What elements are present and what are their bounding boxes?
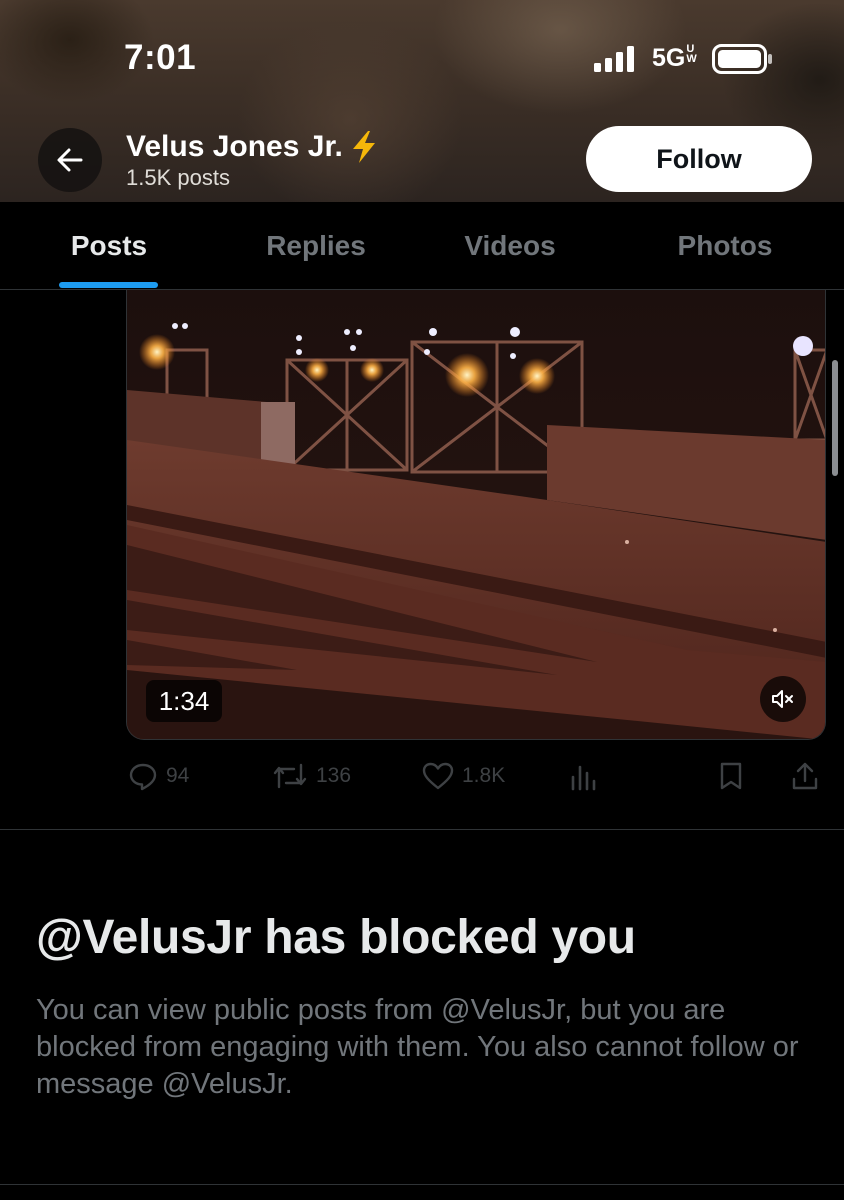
video-duration: 1:34 (146, 680, 222, 722)
repost-button[interactable]: 136 (272, 758, 351, 794)
bookmark-icon (720, 762, 742, 790)
bottom-divider (0, 1184, 844, 1185)
mute-button[interactable] (760, 676, 806, 722)
repost-icon (273, 763, 307, 789)
posts-count: 1.5K posts (126, 165, 230, 190)
heart-icon (422, 762, 454, 790)
share-icon (792, 762, 818, 790)
tab-replies[interactable]: Replies (236, 202, 396, 290)
active-tab-indicator (59, 282, 158, 288)
back-button[interactable] (38, 128, 102, 192)
lightning-icon (352, 131, 375, 163)
blocked-title: @VelusJr has blocked you (36, 911, 636, 964)
battery-icon (712, 44, 772, 74)
tab-posts[interactable]: Posts (30, 202, 188, 290)
share-button[interactable] (790, 758, 820, 794)
views-button[interactable] (570, 758, 598, 794)
blocked-message: You can view public posts from @VelusJr,… (36, 994, 799, 1100)
signal-icon (594, 46, 634, 72)
post-divider (0, 829, 844, 830)
network-indicator: 5GUW (652, 43, 697, 73)
speaker-muted-icon (772, 690, 793, 708)
reply-count: 94 (166, 764, 190, 787)
reply-button[interactable]: 94 (128, 758, 189, 794)
back-arrow-icon (57, 148, 83, 172)
tab-photos[interactable]: Photos (644, 202, 806, 290)
follow-button[interactable]: Follow (586, 126, 812, 192)
like-button[interactable]: 1.8K (422, 758, 505, 794)
reply-icon (129, 763, 157, 791)
network-suffix: UW (686, 43, 697, 65)
profile-name: Velus Jones Jr. (126, 130, 379, 164)
network-label: 5G (652, 44, 686, 72)
video-player[interactable] (126, 290, 826, 740)
like-count: 1.8K (462, 764, 506, 787)
profile-header: 7:01 5GUW Velus Jones Jr. 1.5K posts Fol… (0, 0, 844, 202)
tab-videos[interactable]: Videos (430, 202, 590, 290)
repost-count: 136 (316, 764, 352, 787)
scrollbar[interactable] (832, 360, 838, 476)
bookmark-button[interactable] (718, 758, 744, 794)
video-frame (127, 290, 825, 739)
status-time: 7:01 (124, 38, 197, 77)
profile-name-text: Velus Jones Jr. (126, 130, 343, 163)
analytics-icon (571, 765, 596, 791)
profile-tabs: Posts Replies Videos Photos (0, 202, 844, 290)
